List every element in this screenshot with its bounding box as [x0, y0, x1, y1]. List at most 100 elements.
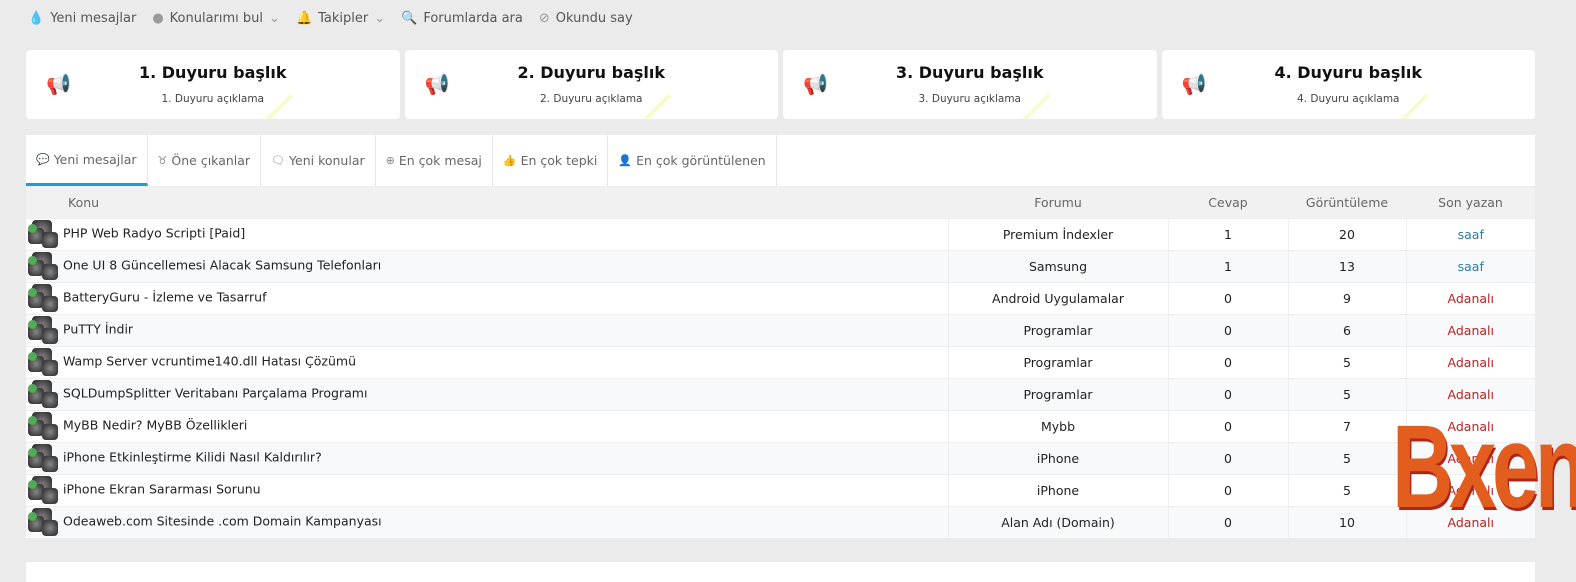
forum-link[interactable]: Programlar [947, 345, 1168, 378]
column-header[interactable]: Forumu [948, 187, 1168, 218]
table-row: PHP Web Radyo Scripti [Paid] Premium İnde… [26, 217, 1535, 250]
view-count: 6 [1287, 313, 1406, 346]
view-count: 9 [1287, 281, 1406, 314]
tab-3[interactable]: ⊕ En çok mesaj [376, 135, 493, 186]
table-row: One UI 8 Güncellemesi Alacak Samsung Tel… [26, 249, 1535, 282]
last-poster-link[interactable]: Adanalı [1405, 281, 1535, 314]
flame-icon: 💧 [28, 10, 45, 26]
online-indicator [28, 256, 37, 265]
announcement-card[interactable]: 📢 3. Duyuru başlık 3. Duyuru açıklama [783, 50, 1157, 119]
last-poster-link[interactable]: saaf [1405, 249, 1535, 282]
avatar[interactable] [28, 476, 60, 504]
tab-4[interactable]: 👍 En çok tepki [493, 135, 609, 186]
topic-link[interactable]: PHP Web Radyo Scripti [Paid] [63, 226, 245, 241]
reply-count: 0 [1167, 313, 1288, 346]
topnav-4[interactable]: ⊘ Okundu say [539, 11, 633, 26]
topic-link[interactable]: iPhone Ekran Sararması Sorunu [63, 482, 261, 497]
avatar[interactable] [28, 348, 60, 376]
reply-count: 0 [1167, 377, 1288, 410]
forum-link[interactable]: Programlar [947, 313, 1168, 346]
topic-link[interactable]: BatteryGuru - İzleme ve Tasarruf [63, 290, 267, 305]
online-indicator [28, 224, 37, 233]
announcement-card[interactable]: 📢 1. Duyuru başlık 1. Duyuru açıklama [26, 50, 400, 119]
online-indicator [28, 416, 37, 425]
announcement-cards: 📢 1. Duyuru başlık 1. Duyuru açıklama 📢 2. D… [26, 50, 1535, 119]
table-row: Wamp Server vcruntime140.dll Hatası Çözü… [26, 345, 1535, 378]
topic-link[interactable]: iPhone Etkinleştirme Kilidi Nasıl Kaldır… [63, 450, 322, 465]
forum-link[interactable]: Programlar [947, 377, 1168, 410]
announcement-title: 2. Duyuru başlık [517, 63, 665, 82]
last-poster-link[interactable]: saaf [1405, 217, 1535, 250]
thumbs-up-icon: 👍 [502, 154, 517, 167]
tab-2[interactable]: 🗨 Yeni konular [261, 135, 376, 186]
comment-dots-icon: 💬 [36, 152, 50, 166]
topnav-1[interactable]: ● Konularımı bul ⌄ [152, 11, 280, 26]
last-poster-link[interactable]: Adanalı [1405, 345, 1535, 378]
view-count: 20 [1287, 217, 1406, 250]
comments-icon: 🗨 [271, 154, 286, 167]
comment-icon: ● [152, 10, 164, 26]
announcement-title: 1. Duyuru başlık [138, 63, 287, 82]
reply-count: 0 [1167, 505, 1288, 538]
avatar[interactable] [28, 412, 60, 440]
avatar[interactable] [28, 508, 60, 537]
topic-link[interactable]: PuTTY İndir [63, 322, 133, 337]
online-indicator [28, 352, 37, 361]
forum-link[interactable]: Premium İndexler [947, 217, 1168, 250]
topnav-0[interactable]: 💧 Yeni mesajlar [28, 11, 136, 26]
reply-count: 0 [1167, 281, 1288, 314]
comment-plus-icon: ⊕ [385, 154, 395, 167]
column-header[interactable]: Görüntüleme [1288, 187, 1406, 218]
tab-bar: 💬 Yeni mesajlar ♉ Öne çıkanlar 🗨 Yeni konular… [26, 135, 1535, 187]
view-count: 5 [1287, 473, 1406, 506]
table-row: SQLDumpSplitter Veritabanı Parçalama Pro… [26, 377, 1535, 410]
topnav-2[interactable]: 🔔 Takipler ⌄ [296, 11, 385, 26]
forum-link[interactable]: Mybb [947, 409, 1168, 442]
chevron-down-icon: ⌄ [269, 10, 280, 26]
avatar[interactable] [28, 444, 60, 472]
view-count: 5 [1287, 377, 1406, 410]
table-row: PuTTY İndir Programlar 0 6 Adanalı [26, 313, 1535, 346]
forum-link[interactable]: Samsung [947, 249, 1168, 282]
table-row: BatteryGuru - İzleme ve Tasarruf Android … [26, 281, 1535, 314]
online-indicator [28, 320, 37, 329]
column-header[interactable]: Konu [26, 187, 948, 218]
view-count: 13 [1287, 249, 1406, 282]
topnav-3[interactable]: 🔍 Forumlarda ara [401, 11, 523, 26]
announcement-card[interactable]: 📢 4. Duyuru başlık 4. Duyuru açıklama [1161, 50, 1535, 119]
bxen-watermark-logo: Bxen [1392, 401, 1576, 533]
reply-count: 1 [1167, 217, 1288, 250]
tab-0[interactable]: 💬 Yeni mesajlar [26, 135, 148, 186]
forum-link[interactable]: iPhone [947, 473, 1168, 506]
topic-link[interactable]: Wamp Server vcruntime140.dll Hatası Çözü… [63, 354, 356, 369]
column-header[interactable]: Son yazan [1406, 187, 1535, 218]
table-row: iPhone Ekran Sararması Sorunu iPhone 0 5 Ada… [26, 473, 1535, 506]
announcement-desc: 4. Duyuru açıklama [1297, 93, 1400, 105]
avatar[interactable] [28, 316, 60, 344]
announcement-card[interactable]: 📢 2. Duyuru başlık 2. Duyuru açıklama [404, 50, 778, 119]
tab-5[interactable]: 👤 En çok görüntülenen [608, 135, 777, 186]
topic-link[interactable]: Odeaweb.com Sitesinde .com Domain Kampan… [63, 514, 382, 529]
avatar[interactable] [28, 220, 60, 248]
online-indicator [28, 288, 37, 297]
topics-table: Konu Forumu Cevap Görüntüleme Son yazan PHP … [26, 187, 1535, 538]
announcement-title: 3. Duyuru başlık [895, 63, 1044, 82]
topic-link[interactable]: One UI 8 Güncellemesi Alacak Samsung Tel… [63, 258, 381, 273]
topic-link[interactable]: SQLDumpSplitter Veritabanı Parçalama Pro… [63, 386, 367, 401]
top-nav: 💧 Yeni mesajlar ● Konularımı bul ⌄ 🔔 Takipler ⌄… [0, 0, 1576, 36]
announcement-desc: 3. Duyuru açıklama [918, 93, 1022, 105]
view-count: 7 [1287, 409, 1406, 442]
online-indicator [28, 448, 37, 457]
avatar[interactable] [28, 380, 60, 408]
avatar[interactable] [28, 284, 60, 312]
bell-icon: 🔔 [295, 10, 313, 26]
reply-count: 0 [1167, 409, 1288, 442]
topic-link[interactable]: MyBB Nedir? MyBB Özellikleri [63, 418, 247, 433]
forum-link[interactable]: Android Uygulamalar [947, 281, 1168, 314]
last-poster-link[interactable]: Adanalı [1405, 313, 1535, 346]
forum-link[interactable]: iPhone [947, 441, 1168, 474]
tab-1[interactable]: ♉ Öne çıkanlar [148, 135, 262, 186]
avatar[interactable] [28, 252, 60, 280]
forum-link[interactable]: Alan Adı (Domain) [947, 505, 1168, 538]
column-header[interactable]: Cevap [1168, 187, 1288, 218]
